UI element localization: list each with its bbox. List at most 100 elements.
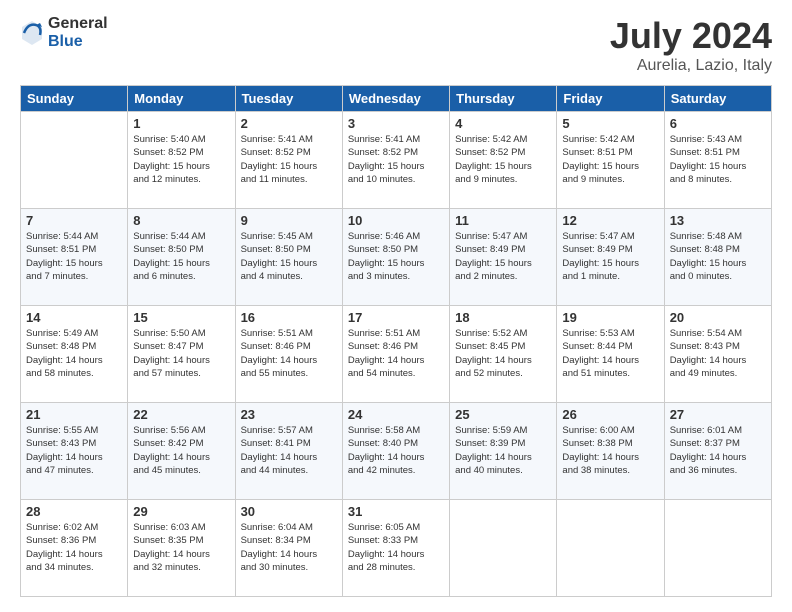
calendar-cell: 12Sunrise: 5:47 AM Sunset: 8:49 PM Dayli… bbox=[557, 209, 664, 306]
day-number: 25 bbox=[455, 407, 551, 422]
calendar-cell: 7 Sunrise: 5:44 AM Sunset: 8:51 PM Daylig… bbox=[21, 209, 128, 306]
day-number: 3 bbox=[348, 116, 444, 131]
day-number: 15 bbox=[133, 310, 229, 325]
day-info: Sunrise: 5:41 AM Sunset: 8:52 PM Dayligh… bbox=[241, 133, 337, 186]
weekday-header-saturday: Saturday bbox=[664, 86, 771, 112]
calendar-cell: 16 Sunrise: 5:51 AM Sunset: 8:46 PM Dayli… bbox=[235, 306, 342, 403]
day-info: Sunrise: 5:52 AM Sunset: 8:45 PM Dayligh… bbox=[455, 327, 551, 380]
weekday-header-sunday: Sunday bbox=[21, 86, 128, 112]
weekday-header-monday: Monday bbox=[128, 86, 235, 112]
calendar-cell: 1Sunrise: 5:40 AM Sunset: 8:52 PM Daylig… bbox=[128, 112, 235, 209]
calendar-cell: 21 Sunrise: 5:55 AM Sunset: 8:43 PM Dayli… bbox=[21, 403, 128, 500]
day-number: 16 bbox=[241, 310, 337, 325]
logo: General Blue bbox=[20, 15, 108, 50]
calendar-cell bbox=[450, 500, 557, 597]
week-row-4: 21 Sunrise: 5:55 AM Sunset: 8:43 PM Dayli… bbox=[21, 403, 772, 500]
day-info: Sunrise: 6:03 AM Sunset: 8:35 PM Dayligh… bbox=[133, 521, 229, 574]
day-info: Sunrise: 5:58 AM Sunset: 8:40 PM Dayligh… bbox=[348, 424, 444, 477]
day-number: 2 bbox=[241, 116, 337, 131]
calendar-cell bbox=[557, 500, 664, 597]
day-number: 21 bbox=[26, 407, 122, 422]
day-number: 5 bbox=[562, 116, 658, 131]
day-info: Sunrise: 5:45 AM Sunset: 8:50 PM Dayligh… bbox=[241, 230, 337, 283]
weekday-header-thursday: Thursday bbox=[450, 86, 557, 112]
day-number: 28 bbox=[26, 504, 122, 519]
day-info: Sunrise: 6:04 AM Sunset: 8:34 PM Dayligh… bbox=[241, 521, 337, 574]
day-number: 24 bbox=[348, 407, 444, 422]
weekday-header-friday: Friday bbox=[557, 86, 664, 112]
day-info: Sunrise: 5:55 AM Sunset: 8:43 PM Dayligh… bbox=[26, 424, 122, 477]
day-number: 30 bbox=[241, 504, 337, 519]
day-info: Sunrise: 5:51 AM Sunset: 8:46 PM Dayligh… bbox=[241, 327, 337, 380]
day-number: 1 bbox=[133, 116, 229, 131]
calendar-cell: 9 Sunrise: 5:45 AM Sunset: 8:50 PM Daylig… bbox=[235, 209, 342, 306]
calendar-cell: 19Sunrise: 5:53 AM Sunset: 8:44 PM Dayli… bbox=[557, 306, 664, 403]
day-info: Sunrise: 5:47 AM Sunset: 8:49 PM Dayligh… bbox=[455, 230, 551, 283]
day-info: Sunrise: 5:41 AM Sunset: 8:52 PM Dayligh… bbox=[348, 133, 444, 186]
day-number: 7 bbox=[26, 213, 122, 228]
day-number: 10 bbox=[348, 213, 444, 228]
title-block: July 2024 Aurelia, Lazio, Italy bbox=[610, 15, 772, 75]
calendar-cell: 27 Sunrise: 6:01 AM Sunset: 8:37 PM Dayli… bbox=[664, 403, 771, 500]
day-number: 22 bbox=[133, 407, 229, 422]
weekday-header-wednesday: Wednesday bbox=[342, 86, 449, 112]
day-number: 27 bbox=[670, 407, 766, 422]
calendar-cell: 22 Sunrise: 5:56 AM Sunset: 8:42 PM Dayli… bbox=[128, 403, 235, 500]
day-info: Sunrise: 5:48 AM Sunset: 8:48 PM Dayligh… bbox=[670, 230, 766, 283]
logo-general: General bbox=[48, 15, 108, 33]
day-info: Sunrise: 5:53 AM Sunset: 8:44 PM Dayligh… bbox=[562, 327, 658, 380]
day-number: 6 bbox=[670, 116, 766, 131]
day-info: Sunrise: 5:43 AM Sunset: 8:51 PM Dayligh… bbox=[670, 133, 766, 186]
day-info: Sunrise: 5:57 AM Sunset: 8:41 PM Dayligh… bbox=[241, 424, 337, 477]
day-info: Sunrise: 5:44 AM Sunset: 8:50 PM Dayligh… bbox=[133, 230, 229, 283]
day-info: Sunrise: 5:46 AM Sunset: 8:50 PM Dayligh… bbox=[348, 230, 444, 283]
calendar-cell bbox=[664, 500, 771, 597]
day-number: 18 bbox=[455, 310, 551, 325]
day-number: 13 bbox=[670, 213, 766, 228]
page: General Blue July 2024 Aurelia, Lazio, I… bbox=[0, 0, 792, 612]
day-number: 9 bbox=[241, 213, 337, 228]
calendar-cell: 4Sunrise: 5:42 AM Sunset: 8:52 PM Daylig… bbox=[450, 112, 557, 209]
calendar-cell: 25Sunrise: 5:59 AM Sunset: 8:39 PM Dayli… bbox=[450, 403, 557, 500]
calendar-table: SundayMondayTuesdayWednesdayThursdayFrid… bbox=[20, 85, 772, 597]
day-number: 26 bbox=[562, 407, 658, 422]
weekday-header-tuesday: Tuesday bbox=[235, 86, 342, 112]
day-number: 31 bbox=[348, 504, 444, 519]
day-number: 11 bbox=[455, 213, 551, 228]
week-row-3: 14Sunrise: 5:49 AM Sunset: 8:48 PM Dayli… bbox=[21, 306, 772, 403]
day-number: 8 bbox=[133, 213, 229, 228]
calendar-cell bbox=[21, 112, 128, 209]
calendar-cell: 15 Sunrise: 5:50 AM Sunset: 8:47 PM Dayli… bbox=[128, 306, 235, 403]
day-info: Sunrise: 5:42 AM Sunset: 8:51 PM Dayligh… bbox=[562, 133, 658, 186]
calendar-cell: 5 Sunrise: 5:42 AM Sunset: 8:51 PM Daylig… bbox=[557, 112, 664, 209]
day-info: Sunrise: 5:44 AM Sunset: 8:51 PM Dayligh… bbox=[26, 230, 122, 283]
calendar-cell: 10 Sunrise: 5:46 AM Sunset: 8:50 PM Dayli… bbox=[342, 209, 449, 306]
day-info: Sunrise: 6:01 AM Sunset: 8:37 PM Dayligh… bbox=[670, 424, 766, 477]
day-number: 12 bbox=[562, 213, 658, 228]
day-info: Sunrise: 5:50 AM Sunset: 8:47 PM Dayligh… bbox=[133, 327, 229, 380]
day-info: Sunrise: 5:56 AM Sunset: 8:42 PM Dayligh… bbox=[133, 424, 229, 477]
week-row-5: 28Sunrise: 6:02 AM Sunset: 8:36 PM Dayli… bbox=[21, 500, 772, 597]
calendar-cell: 31Sunrise: 6:05 AM Sunset: 8:33 PM Dayli… bbox=[342, 500, 449, 597]
calendar-cell: 20Sunrise: 5:54 AM Sunset: 8:43 PM Dayli… bbox=[664, 306, 771, 403]
calendar-cell: 6 Sunrise: 5:43 AM Sunset: 8:51 PM Daylig… bbox=[664, 112, 771, 209]
calendar-cell: 28Sunrise: 6:02 AM Sunset: 8:36 PM Dayli… bbox=[21, 500, 128, 597]
day-info: Sunrise: 5:49 AM Sunset: 8:48 PM Dayligh… bbox=[26, 327, 122, 380]
calendar-cell: 30 Sunrise: 6:04 AM Sunset: 8:34 PM Dayli… bbox=[235, 500, 342, 597]
calendar-cell: 13 Sunrise: 5:48 AM Sunset: 8:48 PM Dayli… bbox=[664, 209, 771, 306]
calendar-cell: 8 Sunrise: 5:44 AM Sunset: 8:50 PM Daylig… bbox=[128, 209, 235, 306]
calendar-cell: 14Sunrise: 5:49 AM Sunset: 8:48 PM Dayli… bbox=[21, 306, 128, 403]
logo-icon bbox=[20, 19, 44, 47]
calendar-cell: 26Sunrise: 6:00 AM Sunset: 8:38 PM Dayli… bbox=[557, 403, 664, 500]
logo-blue: Blue bbox=[48, 33, 108, 51]
location-subtitle: Aurelia, Lazio, Italy bbox=[610, 57, 772, 75]
calendar-cell: 23Sunrise: 5:57 AM Sunset: 8:41 PM Dayli… bbox=[235, 403, 342, 500]
calendar-cell: 17Sunrise: 5:51 AM Sunset: 8:46 PM Dayli… bbox=[342, 306, 449, 403]
day-info: Sunrise: 5:54 AM Sunset: 8:43 PM Dayligh… bbox=[670, 327, 766, 380]
week-row-1: 1Sunrise: 5:40 AM Sunset: 8:52 PM Daylig… bbox=[21, 112, 772, 209]
calendar-cell: 29 Sunrise: 6:03 AM Sunset: 8:35 PM Dayli… bbox=[128, 500, 235, 597]
calendar-cell: 24 Sunrise: 5:58 AM Sunset: 8:40 PM Dayli… bbox=[342, 403, 449, 500]
day-number: 29 bbox=[133, 504, 229, 519]
day-number: 17 bbox=[348, 310, 444, 325]
calendar-cell: 2 Sunrise: 5:41 AM Sunset: 8:52 PM Daylig… bbox=[235, 112, 342, 209]
